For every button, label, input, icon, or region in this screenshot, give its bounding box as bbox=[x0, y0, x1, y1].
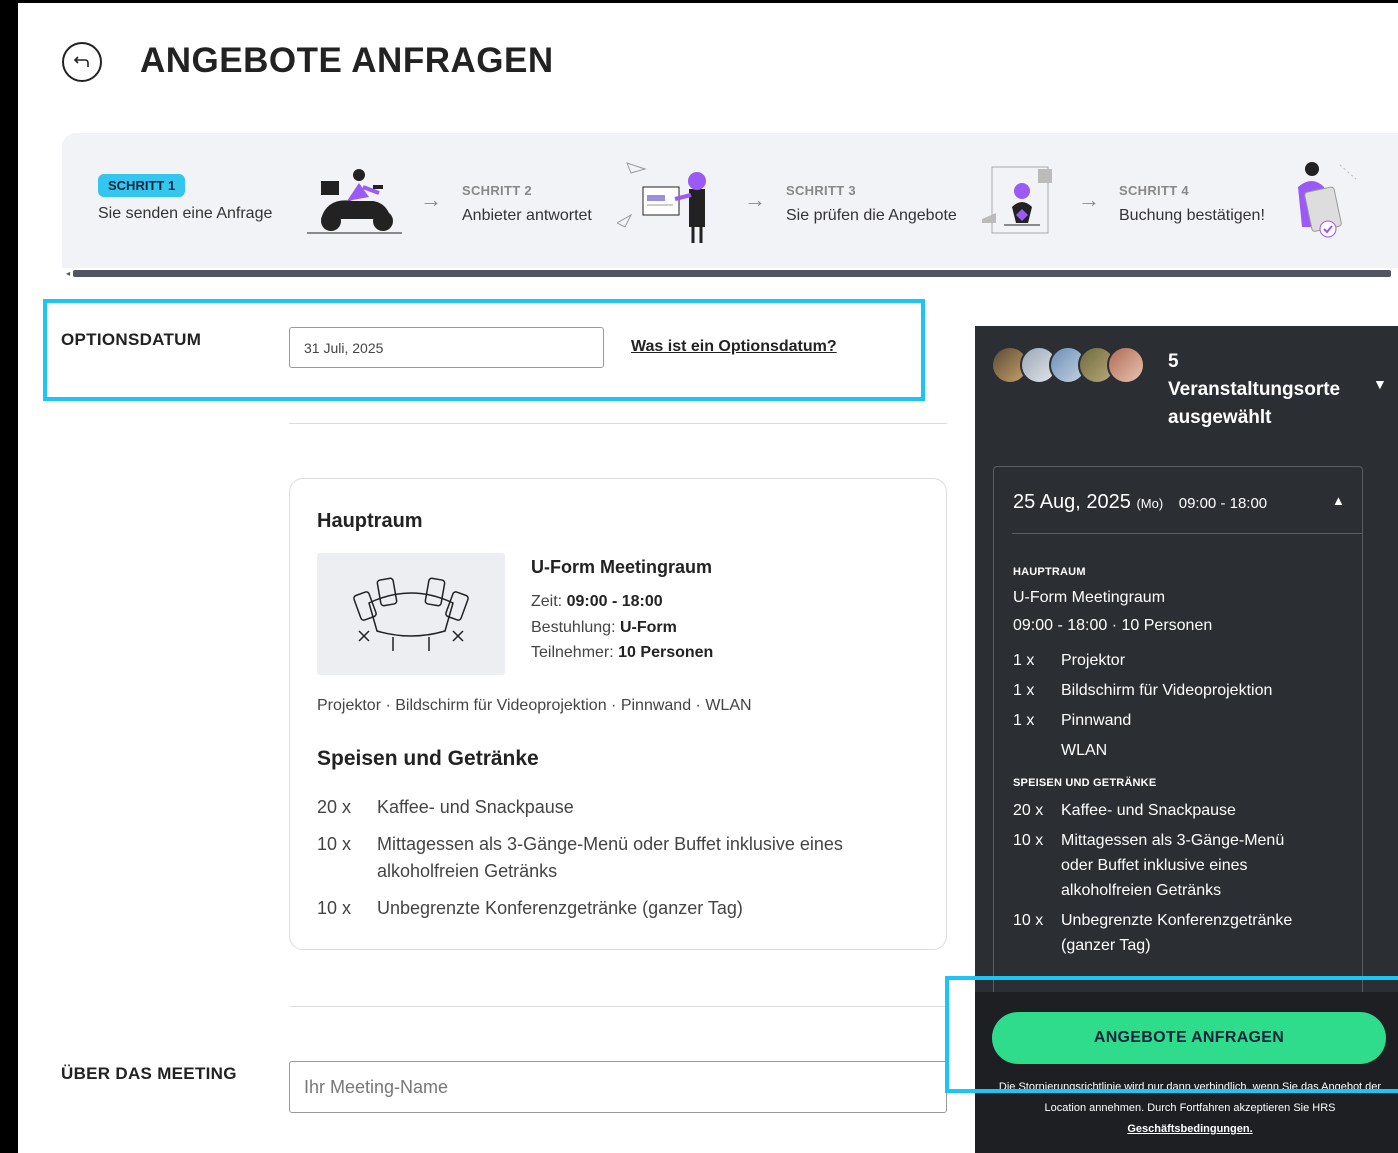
room-equipment: Projektor · Bildschirm für Videoprojekti… bbox=[317, 697, 752, 714]
step-4: SCHRITT 4 Buchung bestätigen! bbox=[1119, 183, 1265, 225]
detail-fb-item: 10 x Mittagessen als 3-Gänge-Menü oder B… bbox=[1013, 828, 1313, 903]
detail-room-info: 09:00 - 18:00 · 10 Personen bbox=[1013, 617, 1213, 634]
step-arrow-icon: → bbox=[420, 187, 442, 212]
detail-name: Unbegrenzte Konferenzgetränke (ganzer Ta… bbox=[1061, 912, 1293, 954]
detail-name: Mittagessen als 3-Gänge-Menü oder Buffet… bbox=[1061, 832, 1285, 899]
step-3-label: SCHRITT 3 bbox=[786, 183, 856, 198]
room-time-value: 09:00 - 18:00 bbox=[566, 593, 663, 610]
about-meeting-label: ÜBER DAS MEETING bbox=[61, 1064, 237, 1083]
step-arrow-icon: → bbox=[1078, 187, 1100, 212]
detail-fb-section: SPEISEN UND GETRÄNKE bbox=[1013, 777, 1157, 789]
detail-equipment-item: 1 x Projektor bbox=[1013, 648, 1353, 673]
fb-item: 10 x Unbegrenzte Konferenzgetränke (ganz… bbox=[317, 895, 917, 922]
page-title: ANGEBOTE ANFRAGEN bbox=[140, 41, 554, 80]
fb-qty: 20 x bbox=[317, 797, 352, 817]
detail-qty: 10 x bbox=[1013, 832, 1044, 849]
room-card: Hauptraum U-Form Meetingraum Zeit: 09:00… bbox=[289, 478, 947, 950]
detail-qty: 1 x bbox=[1013, 682, 1035, 699]
venue-count-text-2: ausgewählt bbox=[1168, 407, 1272, 428]
venues-header[interactable]: 5 Veranstaltungsorte ausgewählt ▼ bbox=[975, 326, 1398, 446]
meeting-name-input[interactable] bbox=[289, 1061, 947, 1113]
fb-name: Unbegrenzte Konferenzgetränke (ganzer Ta… bbox=[377, 898, 743, 918]
detail-room-name: U-Form Meetingraum bbox=[1013, 589, 1166, 606]
room-image bbox=[317, 553, 505, 675]
step-3: SCHRITT 3 Sie prüfen die Angebote bbox=[786, 183, 957, 225]
step-1-text: Sie senden eine Anfrage bbox=[98, 205, 273, 222]
detail-name: Projektor bbox=[1061, 652, 1126, 669]
detail-room-section: HAUPTRAUM bbox=[1013, 566, 1086, 578]
step-2-text: Anbieter antwortet bbox=[462, 207, 592, 224]
step-2: SCHRITT 2 Anbieter antwortet bbox=[462, 183, 592, 225]
room-time-label: Zeit: bbox=[531, 593, 563, 610]
scroll-left-icon[interactable]: ◂ bbox=[66, 269, 70, 278]
room-participants-value: 10 Personen bbox=[618, 644, 714, 661]
fb-name: Mittagessen als 3-Gänge-Menü oder Buffet… bbox=[377, 834, 843, 881]
detail-name: Kaffee- und Snackpause bbox=[1061, 802, 1236, 819]
scooter-illustration-icon bbox=[307, 169, 402, 234]
fb-item: 20 x Kaffee- und Snackpause bbox=[317, 794, 917, 821]
detail-name: WLAN bbox=[1061, 742, 1108, 759]
room-card-title: Hauptraum bbox=[317, 510, 423, 532]
detail-date: 25 Aug, 2025 bbox=[1013, 491, 1131, 513]
back-button[interactable] bbox=[62, 42, 102, 82]
steps-bar: SCHRITT 1 Sie senden eine Anfrage → SCHR… bbox=[62, 133, 1398, 268]
detail-name: Bildschirm für Videoprojektion bbox=[1061, 682, 1273, 699]
fb-qty: 10 x bbox=[317, 898, 352, 918]
back-arrow-icon bbox=[73, 56, 89, 67]
caret-up-icon[interactable]: ▲ bbox=[1332, 493, 1345, 508]
step-arrow-icon: → bbox=[744, 187, 766, 212]
detail-name: Pinnwand bbox=[1061, 712, 1132, 729]
divider bbox=[289, 1006, 947, 1007]
divider bbox=[289, 423, 947, 424]
review-illustration-icon bbox=[982, 166, 1052, 234]
room-seating-value: U-Form bbox=[619, 619, 677, 636]
fb-item: 10 x Mittagessen als 3-Gänge-Menü oder B… bbox=[317, 831, 897, 885]
highlight-box-cta bbox=[945, 976, 1398, 1093]
booking-detail: 25 Aug, 2025 (Mo) 09:00 - 18:00 ▲ HAUPTR… bbox=[993, 466, 1363, 996]
terms-link[interactable]: Geschäftsbedingungen. bbox=[1127, 1123, 1252, 1135]
venue-count-number: 5 bbox=[1168, 351, 1179, 372]
detail-qty: 20 x bbox=[1013, 802, 1044, 819]
step-4-text: Buchung bestätigen! bbox=[1119, 207, 1265, 224]
detail-date-row[interactable]: 25 Aug, 2025 (Mo) 09:00 - 18:00 bbox=[1013, 491, 1267, 514]
detail-qty bbox=[1013, 738, 1061, 763]
detail-fb-item: 10 x Unbegrenzte Konferenzgetränke (ganz… bbox=[1013, 908, 1333, 958]
detail-weekday: (Mo) bbox=[1136, 496, 1164, 511]
detail-time: 09:00 - 18:00 bbox=[1178, 495, 1268, 512]
divider bbox=[1012, 533, 1362, 534]
detail-qty: 10 x bbox=[1013, 912, 1044, 929]
u-shape-table-icon bbox=[353, 577, 469, 651]
fb-name: Kaffee- und Snackpause bbox=[377, 797, 574, 817]
detail-fb-item: 20 x Kaffee- und Snackpause bbox=[1013, 798, 1353, 823]
page: ANGEBOTE ANFRAGEN SCHRITT 1 Sie senden e… bbox=[18, 3, 1398, 1153]
step-1: SCHRITT 1 Sie senden eine Anfrage bbox=[98, 174, 273, 223]
room-seating: Bestuhlung: U-Form bbox=[531, 619, 677, 637]
step-4-label: SCHRITT 4 bbox=[1119, 183, 1189, 198]
venue-avatar bbox=[1107, 346, 1145, 384]
venue-count-text: Veranstaltungsorte bbox=[1168, 379, 1341, 400]
venue-count: 5 Veranstaltungsorte ausgewählt bbox=[1168, 348, 1340, 432]
room-participants: Teilnehmer: 10 Personen bbox=[531, 644, 713, 662]
detail-equipment-item: 1 x Bildschirm für Videoprojektion bbox=[1013, 678, 1353, 703]
detail-qty: 1 x bbox=[1013, 712, 1035, 729]
step-2-label: SCHRITT 2 bbox=[462, 183, 532, 198]
booking-illustration-icon bbox=[1298, 162, 1357, 238]
room-seating-label: Bestuhlung: bbox=[531, 619, 616, 636]
step-1-badge: SCHRITT 1 bbox=[98, 174, 186, 197]
room-time: Zeit: 09:00 - 18:00 bbox=[531, 593, 663, 611]
fb-qty: 10 x bbox=[317, 834, 352, 854]
steps-scrollbar[interactable] bbox=[73, 270, 1391, 277]
fb-title: Speisen und Getränke bbox=[317, 747, 539, 770]
provider-illustration-icon bbox=[617, 162, 706, 243]
room-participants-label: Teilnehmer: bbox=[531, 644, 614, 661]
caret-down-icon[interactable]: ▼ bbox=[1373, 376, 1387, 392]
detail-qty: 1 x bbox=[1013, 652, 1035, 669]
highlight-box-optionsdatum bbox=[43, 299, 925, 401]
detail-equipment-item: 1 x Pinnwand bbox=[1013, 708, 1353, 733]
detail-equipment-item: WLAN bbox=[1013, 738, 1353, 763]
room-name: U-Form Meetingraum bbox=[531, 557, 713, 577]
step-3-text: Sie prüfen die Angebote bbox=[786, 207, 957, 224]
